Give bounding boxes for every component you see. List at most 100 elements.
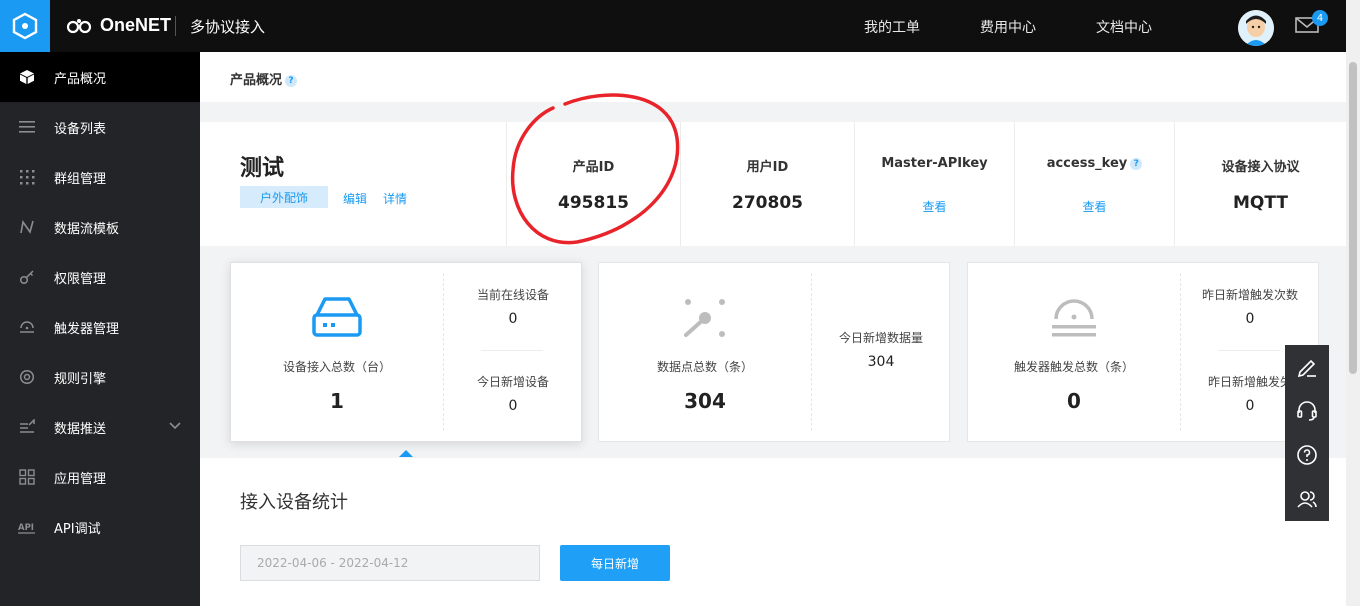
date-range-input[interactable] [240, 545, 540, 581]
device-stats-section: 接入设备统计 每日新增 [200, 458, 1346, 606]
sidebar-item-label: 群组管理 [54, 171, 107, 187]
floating-toolbar [1285, 345, 1329, 521]
online-devices-label: 当前在线设备 [476, 288, 549, 302]
trigger-total-label: 触发器触发总数（条） [1013, 360, 1134, 374]
details-link[interactable]: 详情 [383, 190, 407, 207]
protocol-value: MQTT [1233, 193, 1288, 213]
help-button[interactable] [1285, 433, 1329, 477]
selected-card-pointer [399, 450, 413, 457]
question-circle-icon [1297, 445, 1317, 465]
sidebar-item-device-list[interactable]: 设备列表 [0, 102, 200, 152]
divider [1218, 350, 1280, 351]
trigger-alarm-icon [1052, 299, 1096, 337]
divider [811, 273, 812, 431]
main-content: 产品概况? 测试 户外配饰 编辑 详情 产品ID 495815 用户ID 270… [200, 52, 1346, 606]
help-icon[interactable]: ? [1130, 157, 1143, 170]
protocol-label: 设备接入协议 [1221, 160, 1300, 175]
yesterday-triggers-value: 0 [1245, 311, 1255, 327]
master-apikey-field: Master-APIkey 查看 [854, 122, 1014, 246]
user-id-label: 用户ID [746, 160, 789, 175]
users-icon [1297, 491, 1317, 508]
new-data-label: 今日新增数据量 [838, 331, 923, 345]
nav-my-tickets[interactable]: 我的工单 [864, 17, 920, 37]
view-access-key-link[interactable]: 查看 [1015, 198, 1174, 215]
feedback-button[interactable] [1285, 345, 1329, 389]
sidebar-item-app-management[interactable]: 应用管理 [0, 452, 200, 502]
grid-dots-icon [18, 168, 36, 186]
trigger-icon [18, 318, 36, 336]
new-data-value: 304 [867, 354, 895, 370]
cube-icon [18, 68, 36, 86]
pencil-icon [1297, 359, 1316, 378]
avatar[interactable] [1238, 10, 1274, 46]
edit-link[interactable]: 编辑 [343, 190, 367, 207]
push-icon [18, 418, 36, 436]
api-icon: API [18, 518, 36, 536]
sidebar-item-data-push[interactable]: 数据推送 [0, 402, 200, 452]
datapoint-total-label: 数据点总数（条） [656, 360, 753, 374]
datapoint-total-value: 304 [684, 389, 726, 413]
device-count-card[interactable]: 设备接入总数（台） 1 当前在线设备 0 今日新增设备 0 [230, 262, 582, 442]
product-id-field: 产品ID 495815 [506, 122, 680, 246]
divider [481, 350, 543, 351]
onenet-logo-icon [66, 18, 92, 33]
yesterday-triggers-label: 昨日新增触发次数 [1201, 288, 1298, 302]
nav-docs-center[interactable]: 文档中心 [1096, 17, 1152, 37]
online-devices-value: 0 [508, 311, 518, 327]
device-total-label: 设备接入总数（台） [282, 360, 391, 374]
sidebar-item-group-management[interactable]: 群组管理 [0, 152, 200, 202]
product-title: 多协议接入 [190, 18, 266, 36]
scrollbar-thumb[interactable] [1349, 62, 1357, 374]
sidebar-item-product-overview[interactable]: 产品概况 [0, 52, 200, 102]
access-key-field: access_key? 查看 [1014, 122, 1174, 246]
daily-new-button[interactable]: 每日新增 [560, 545, 670, 581]
trigger-count-card[interactable]: 触发器触发总数（条） 0 昨日新增触发次数 0 昨日新增触发失 0 [967, 262, 1319, 442]
product-category-tag: 户外配饰 [240, 186, 328, 208]
datapoint-count-card[interactable]: 数据点总数（条） 304 今日新增数据量 304 [598, 262, 950, 442]
sidebar-item-label: 数据推送 [54, 421, 107, 437]
sidebar-item-rule-engine[interactable]: 规则引擎 [0, 352, 200, 402]
sidebar: 产品概况 设备列表 群组管理 数据流模板 权限管理 触发器管理 规则引擎 数据推… [0, 52, 200, 606]
sidebar-item-label: 设备列表 [54, 121, 107, 137]
mail-count-badge: 4 [1312, 10, 1328, 26]
community-button[interactable] [1285, 477, 1329, 521]
chevron-down-icon[interactable] [168, 419, 182, 437]
apps-icon [18, 468, 36, 486]
product-info-card: 测试 户外配饰 编辑 详情 产品ID 495815 用户ID 270805 Ma… [200, 122, 1346, 246]
new-devices-label: 今日新增设备 [476, 375, 549, 389]
sidebar-item-label: 规则引擎 [54, 371, 107, 387]
headset-icon [1297, 401, 1317, 421]
sidebar-item-triggers[interactable]: 触发器管理 [0, 302, 200, 352]
network-nodes-icon [684, 299, 725, 337]
access-key-label: access_key? [1015, 156, 1174, 171]
view-master-apikey-link[interactable]: 查看 [855, 198, 1014, 215]
vertical-scrollbar[interactable] [1346, 0, 1360, 606]
sidebar-item-api-debug[interactable]: API API调试 [0, 502, 200, 552]
sidebar-item-label: 产品概况 [54, 71, 107, 87]
server-icon [312, 297, 362, 337]
user-avatar-icon [1238, 10, 1274, 46]
help-icon[interactable]: ? [285, 74, 298, 87]
user-id-value: 270805 [732, 193, 803, 213]
user-id-field: 用户ID 270805 [680, 122, 854, 246]
product-id-label: 产品ID [572, 160, 615, 175]
nav-billing-center[interactable]: 费用中心 [980, 17, 1036, 37]
target-icon [18, 368, 36, 386]
protocol-field: 设备接入协议 MQTT [1174, 122, 1346, 246]
brand-logo[interactable]: OneNET [66, 15, 171, 36]
page-title-text: 产品概况 [230, 73, 283, 88]
app-logo-button[interactable] [0, 0, 50, 52]
flow-icon [18, 218, 36, 236]
device-total-value: 1 [330, 389, 344, 413]
sidebar-item-label: 触发器管理 [54, 321, 120, 337]
sidebar-item-datastream-template[interactable]: 数据流模板 [0, 202, 200, 252]
hexagon-logo-icon [12, 12, 38, 40]
sidebar-item-permissions[interactable]: 权限管理 [0, 252, 200, 302]
key-icon [18, 268, 36, 286]
sidebar-item-label: 数据流模板 [54, 221, 120, 237]
list-icon [18, 118, 36, 136]
brand-divider [175, 16, 176, 36]
customer-service-button[interactable] [1285, 389, 1329, 433]
access-key-label-text: access_key [1046, 156, 1128, 171]
page-title: 产品概况? [230, 69, 298, 88]
